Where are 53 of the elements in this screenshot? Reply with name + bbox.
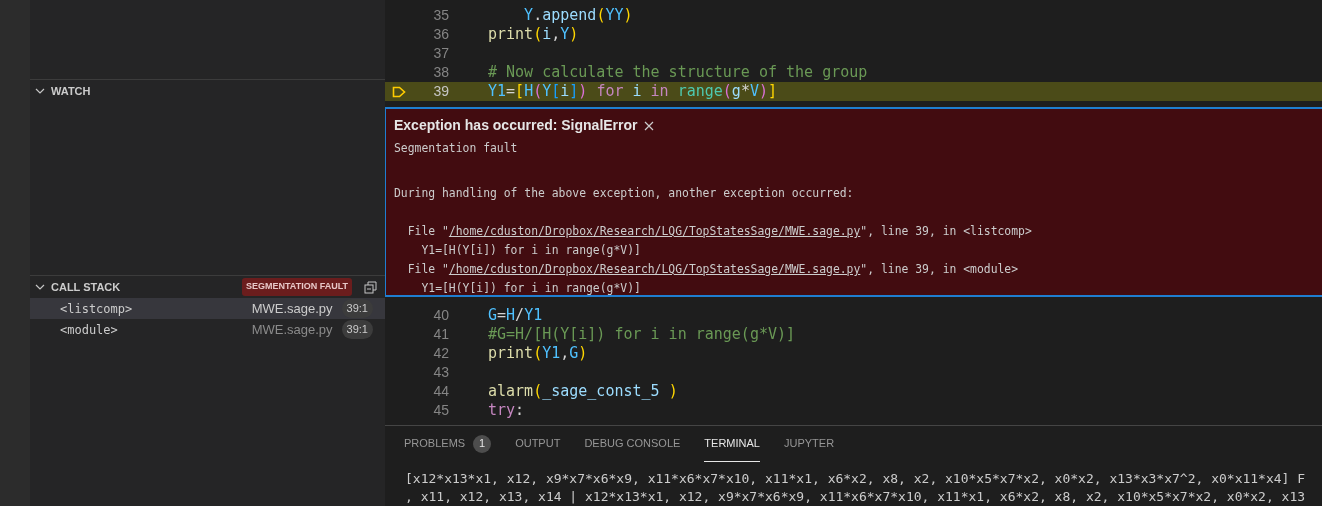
call-stack-frame[interactable]: <listcomp> MWE.sage.py 39:1 xyxy=(30,298,385,319)
frame-name: <module> xyxy=(60,321,118,339)
terminal-line: , x11, x12, x13, x14 | x12*x13*x1, x12, x9*x7*x6*x9, x11*x6*x7*x10, x11*x1, x6*x2, x8, x2, x10*x5*x7*x2, x0*x2, x13 xyxy=(405,488,1306,506)
close-icon[interactable] xyxy=(643,120,654,131)
traceback-line: File "/home/cduston/Dropbox/Research/LQG/TopStatesSage/MWE.sage.py", line 39, in <module> xyxy=(406,261,1019,278)
frame-file: MWE.sage.py xyxy=(251,320,333,339)
line-number: 36 xyxy=(432,25,449,44)
panel-tab[interactable]: DEBUG CONSOLE xyxy=(584,426,681,462)
exception-title: Exception has occurred: SignalError xyxy=(394,116,638,135)
code-line: print(i,Y) xyxy=(488,24,579,46)
code-line: Y1=[H(Y[i]) for i in range(g*V)] xyxy=(488,81,777,103)
code-line: try: xyxy=(488,400,525,422)
section-title[interactable]: WATCH xyxy=(51,82,91,100)
section-title[interactable]: CALL STACK xyxy=(51,278,121,296)
line-number: 40 xyxy=(432,306,449,325)
line-number: 37 xyxy=(432,44,449,63)
line-number: 41 xyxy=(432,325,449,344)
traceback-code: Y1=[H(Y[i]) for i in range(g*V)] xyxy=(420,242,641,259)
count-badge: 1 xyxy=(473,434,492,453)
file-link[interactable]: /home/cduston/Dropbox/Research/LQG/TopStatesSage/MWE.sage.py xyxy=(448,262,861,276)
file-link[interactable]: /home/cduston/Dropbox/Research/LQG/TopStatesSage/MWE.sage.py xyxy=(448,224,861,238)
terminal-line: [x12*x13*x1, x12, x9*x7*x6*x9, x11*x6*x7*x10, x11*x1, x6*x2, x8, x2, x10*x5*x7*x2, x0*x2, x13*x3*x7^2, x0*x11*x4] F xyxy=(405,470,1306,488)
exception-note: During handling of the above exception, another exception occurred: xyxy=(394,185,854,202)
exception-message: Segmentation fault xyxy=(394,140,518,157)
traceback-line: File "/home/cduston/Dropbox/Research/LQG/TopStatesSage/MWE.sage.py", line 39, in <listcomp> xyxy=(406,223,1032,240)
code-line: Y.append(YY) xyxy=(523,5,633,27)
traceback-code: Y1=[H(Y[i]) for i in range(g*V)] xyxy=(420,280,641,295)
code-line: G=H/Y1 xyxy=(488,305,543,327)
panel-tab[interactable]: TERMINAL xyxy=(704,426,760,462)
panel-tab[interactable]: PROBLEMS 1 xyxy=(404,426,492,462)
line-number: 44 xyxy=(432,382,449,401)
line-number: 42 xyxy=(432,344,449,363)
code-line: alarm(_sage_const_5 ) xyxy=(488,381,678,403)
line-number: 38 xyxy=(432,63,449,82)
call-stack-frame[interactable]: <module> MWE.sage.py 39:1 xyxy=(30,319,385,340)
frame-file: MWE.sage.py xyxy=(251,299,333,318)
line-number: 43 xyxy=(432,363,449,382)
chevron-down-icon[interactable] xyxy=(35,86,45,96)
collapse-all-icon[interactable] xyxy=(364,280,377,294)
frame-name: <listcomp> xyxy=(60,300,133,318)
frame-position: 39:1 xyxy=(341,320,373,339)
status-badge: SEGMENTATION FAULT xyxy=(242,278,352,296)
code-line: #G=H/[H(Y[i]) for i in range(g*V)] xyxy=(488,324,796,346)
chevron-down-icon[interactable] xyxy=(35,282,45,292)
code-line: print(Y1,G) xyxy=(488,343,588,365)
line-number: 45 xyxy=(432,401,449,420)
code-line: # Now calculate the structure of the group xyxy=(488,62,868,84)
frame-position: 39:1 xyxy=(341,299,373,318)
panel-tab[interactable]: JUPYTER xyxy=(783,426,835,462)
line-number: 35 xyxy=(432,6,449,25)
current-statement-icon xyxy=(392,85,406,98)
panel-tab[interactable]: OUTPUT xyxy=(515,426,561,462)
line-number: 39 xyxy=(432,82,449,101)
